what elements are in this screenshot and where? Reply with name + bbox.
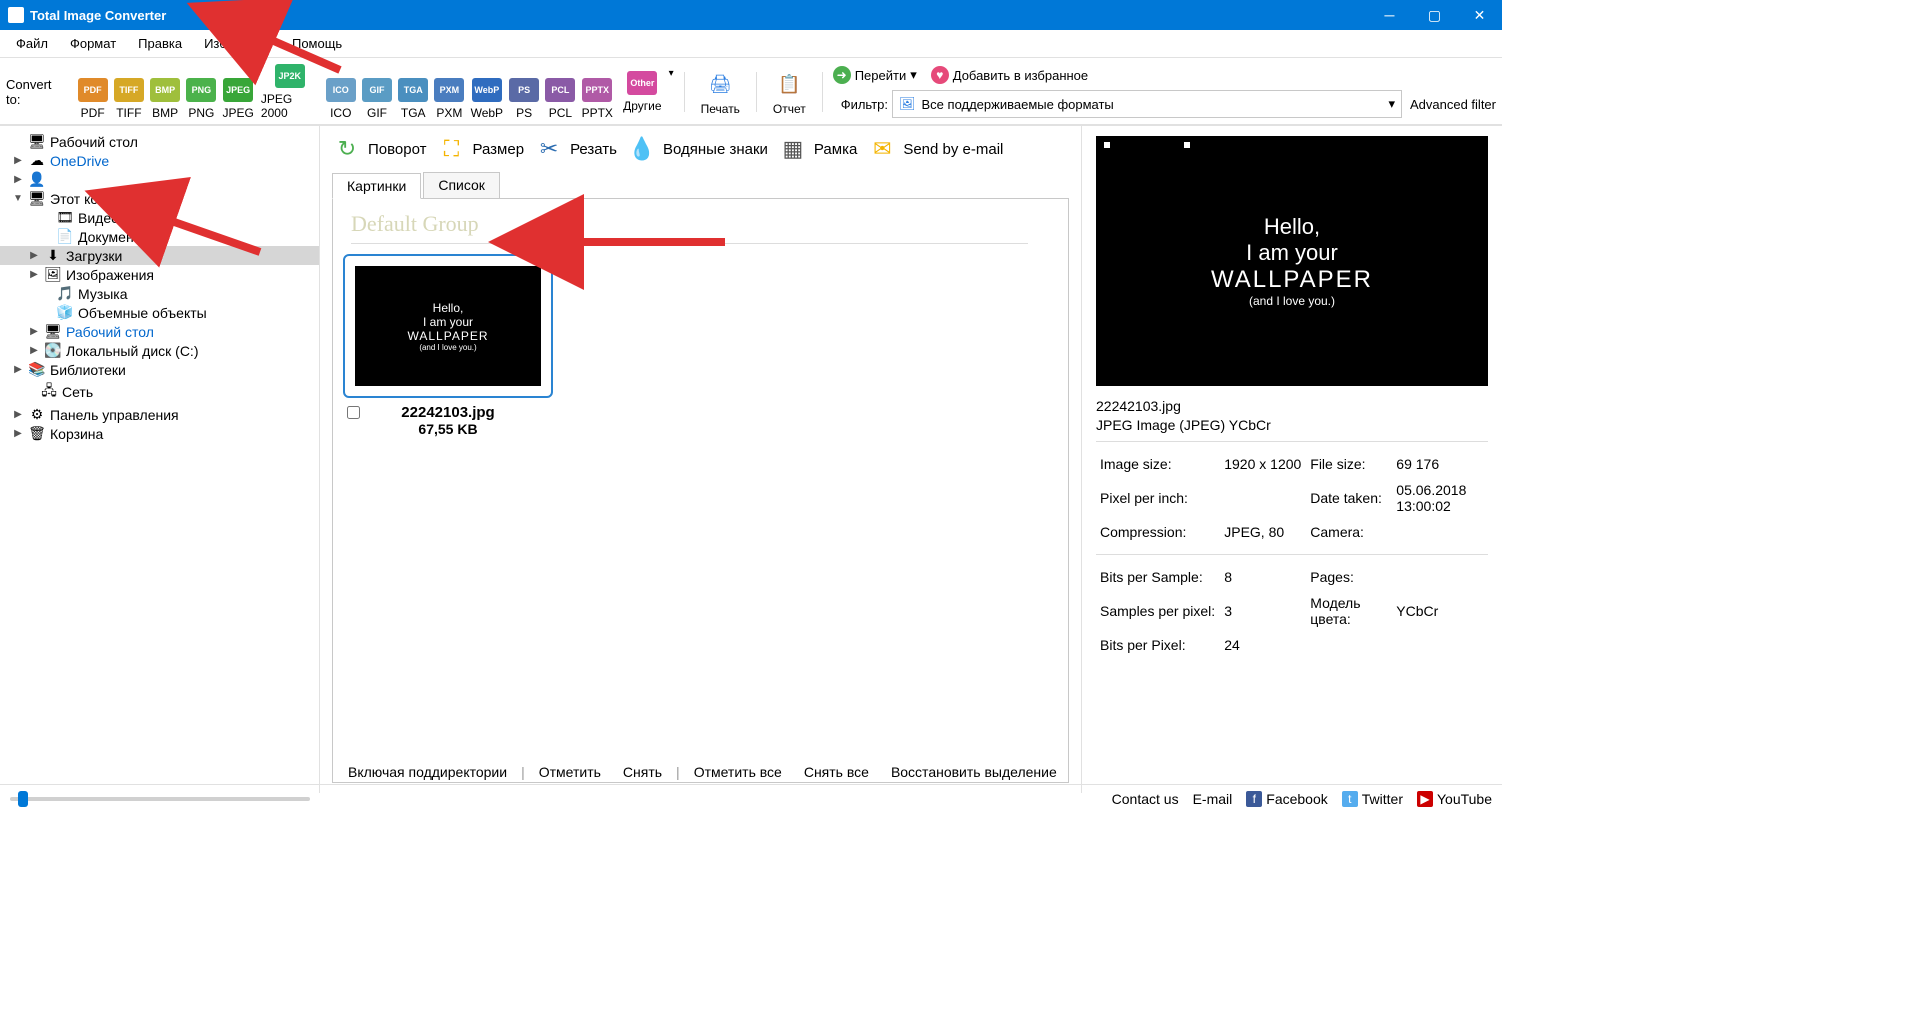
detail-filename: 22242103.jpg [1096,398,1488,414]
check-button[interactable]: Отметить [531,764,609,780]
format-tiff-button[interactable]: TIFFTIFF [111,64,147,120]
include-subdirs-toggle[interactable]: Включая поддиректории [340,764,515,780]
op-поворот-button[interactable]: ↻Поворот [332,134,427,164]
tree-item[interactable]: ▶📚Библиотеки [0,360,319,379]
format-pptx-button[interactable]: PPTXPPTX [579,64,616,120]
op-резать-button[interactable]: ✂Резать [534,134,617,164]
format-other-label: Другие [623,99,661,113]
tree-item[interactable]: ▶🖼Изображения [0,265,319,284]
add-favorite-button[interactable]: ♥Добавить в избранное [931,66,1088,84]
tree-item[interactable]: 🖥Рабочий стол [0,132,319,151]
advanced-filter-link[interactable]: Advanced filter [1410,97,1496,112]
facebook-link[interactable]: fFacebook [1246,791,1327,807]
tab-pictures[interactable]: Картинки [332,173,421,199]
thumbnail-image: Hello, I am your WALLPAPER (and I love y… [355,266,541,386]
email-link[interactable]: E-mail [1193,791,1233,807]
thumbnail-filesize: 67,55 KB [343,421,553,437]
format-bmp-button[interactable]: BMPBMP [147,64,183,120]
tree-item[interactable]: 📄Документы [0,227,319,246]
tree-item[interactable]: ▶👤 [0,170,319,189]
report-button[interactable]: 📋 Отчет [767,68,812,116]
uncheck-button[interactable]: Снять [615,764,670,780]
format-jpeg-button[interactable]: JPEGJPEG [219,64,256,120]
detail-panel: Hello, I am your WALLPAPER (and I love y… [1082,126,1502,793]
format-pcl-button[interactable]: PCLPCL [542,64,578,120]
tree-item[interactable]: ▼🖥Этот компьютер [0,189,319,208]
convert-to-label: Convert to: [6,77,67,107]
group-title: Default Group [343,209,1058,239]
tree-item[interactable]: ▶⬇Загрузки [0,246,319,265]
selection-actions: Включая поддиректории| Отметить Снять| О… [336,760,1076,784]
menubar: ФайлФорматПравкаИзбранноеПомощь [0,30,1502,58]
format-jpeg2000-button[interactable]: JP2KJPEG 2000 [257,64,323,120]
op-водяные-знаки-button[interactable]: 💧Водяные знаки [627,134,768,164]
app-icon [8,7,24,23]
tree-item[interactable]: 🖧Сеть [0,379,319,405]
format-other-button[interactable]: Other Другие [620,71,665,113]
tree-item[interactable]: 🧊Объемные объекты [0,303,319,322]
tree-item[interactable]: ▶🖥Рабочий стол [0,322,319,341]
menu-избранное[interactable]: Избранное [194,33,280,54]
thumbnail-area[interactable]: Default Group Hello, I am your WALLPAPER… [332,198,1069,783]
twitter-link[interactable]: tTwitter [1342,791,1403,807]
zoom-slider[interactable] [10,797,310,801]
format-pdf-button[interactable]: PDFPDF [75,64,111,120]
folder-tree[interactable]: 🖥Рабочий стол▶☁OneDrive▶👤▼🖥Этот компьюте… [0,126,320,793]
toolbar: Convert to: PDFPDFTIFFTIFFBMPBMPPNGPNGJP… [0,58,1502,125]
detail-type: JPEG Image (JPEG) YCbCr [1096,417,1488,433]
contact-us-link[interactable]: Contact us [1112,791,1179,807]
tree-item[interactable]: 🎵Музыка [0,284,319,303]
format-ico-button[interactable]: ICOICO [323,64,359,120]
thumbnail-filename: 22242103.jpg [401,404,494,421]
menu-помощь[interactable]: Помощь [282,33,352,54]
op-рамка-button[interactable]: ▦Рамка [778,134,857,164]
op-send-by-e-mail-button[interactable]: ✉Send by e-mail [867,134,1003,164]
format-tga-button[interactable]: TGATGA [395,64,431,120]
go-button[interactable]: ➜Перейти ▾ [833,66,917,84]
print-button[interactable]: 🖨 Печать [695,68,746,116]
minimize-button[interactable]: ─ [1367,0,1412,30]
format-png-button[interactable]: PNGPNG [183,64,219,120]
tab-list[interactable]: Список [423,172,500,198]
format-ps-button[interactable]: PSPS [506,64,542,120]
app-title: Total Image Converter [30,8,166,23]
format-webp-button[interactable]: WebPWebP [468,64,507,120]
center-panel: ↻Поворот ⛶Размер ✂Резать 💧Водяные знаки ▦Рам… [320,126,1082,793]
close-button[interactable]: ✕ [1457,0,1502,30]
format-gif-button[interactable]: GIFGIF [359,64,395,120]
statusbar: Contact us E-mail fFacebook tTwitter ▶Yo… [0,784,1502,812]
menu-файл[interactable]: Файл [6,33,58,54]
uncheck-all-button[interactable]: Снять все [796,764,877,780]
op-размер-button[interactable]: ⛶Размер [437,134,525,164]
tree-item[interactable]: ▶💽Локальный диск (C:) [0,341,319,360]
thumbnail-item[interactable]: Hello, I am your WALLPAPER (and I love y… [343,254,553,437]
tree-item[interactable]: ▶☁OneDrive [0,151,319,170]
check-all-button[interactable]: Отметить все [686,764,790,780]
filter-label: Фильтр: [841,97,888,112]
thumbnail-checkbox[interactable] [347,406,360,419]
tree-item[interactable]: 🎞Видео [0,208,319,227]
menu-формат[interactable]: Формат [60,33,126,54]
filter-select[interactable]: 🖼 Все поддерживаемые форматы ▾ [892,90,1402,118]
tree-item[interactable]: ▶🗑Корзина [0,424,319,443]
youtube-link[interactable]: ▶YouTube [1417,791,1492,807]
tree-item[interactable]: ▶⚙Панель управления [0,405,319,424]
menu-правка[interactable]: Правка [128,33,192,54]
maximize-button[interactable]: ▢ [1412,0,1457,30]
format-pxm-button[interactable]: PXMPXM [431,64,467,120]
preview-image: Hello, I am your WALLPAPER (and I love y… [1096,136,1488,386]
titlebar: Total Image Converter ─ ▢ ✕ [0,0,1502,30]
restore-selection-button[interactable]: Восстановить выделение [883,764,1065,780]
